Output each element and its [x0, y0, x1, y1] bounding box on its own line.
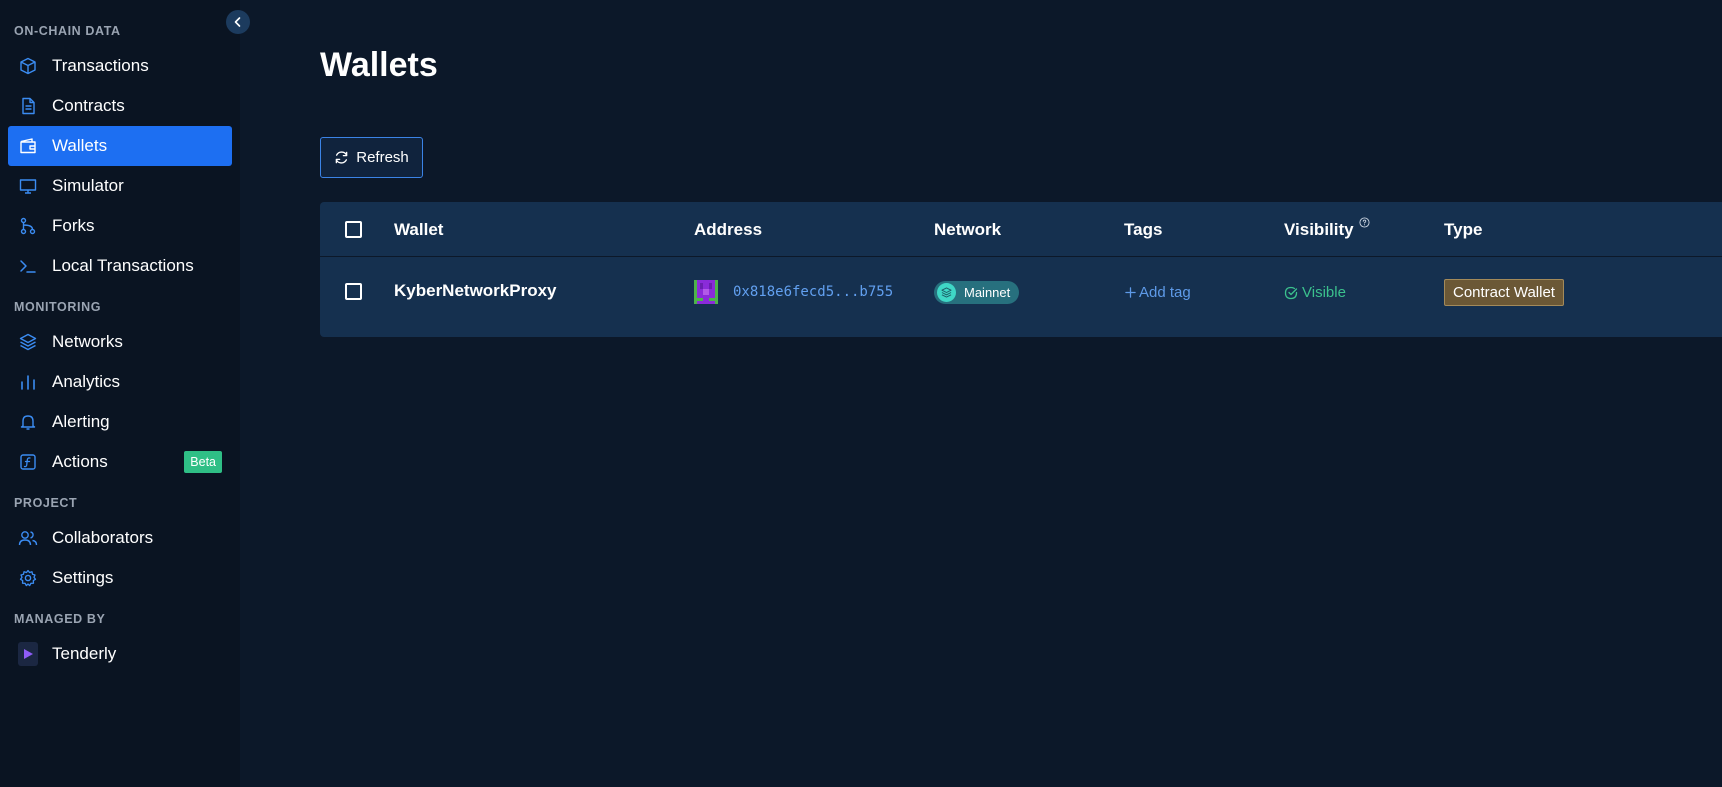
users-icon — [18, 528, 38, 548]
wallet-icon — [18, 136, 38, 156]
sidebar-item-label: Local Transactions — [52, 256, 194, 275]
sidebar-item-simulator[interactable]: Simulator — [8, 166, 232, 206]
sidebar-item-label: Wallets — [52, 136, 108, 155]
tenderly-logo-wrapper — [18, 642, 38, 666]
visibility-label: Visible — [1302, 284, 1346, 301]
row-checkbox[interactable] — [345, 283, 362, 300]
beta-badge: Beta — [184, 451, 222, 473]
section-label-monitoring: MONITORING — [14, 300, 102, 314]
tenderly-logo-icon — [18, 642, 38, 666]
sidebar-item-wallets[interactable]: Wallets — [8, 126, 232, 166]
sidebar-item-label: Contracts — [52, 96, 125, 115]
sidebar-item-label: Transactions — [52, 56, 149, 75]
refresh-button-label: Refresh — [356, 149, 409, 166]
sidebar-item-forks[interactable]: Forks — [8, 206, 232, 246]
sidebar-item-collaborators[interactable]: Collaborators — [8, 518, 232, 558]
select-all-checkbox[interactable] — [345, 221, 362, 238]
sidebar-item-local-transactions[interactable]: Local Transactions — [8, 246, 232, 286]
collapse-sidebar-button[interactable] — [226, 10, 250, 34]
section-label-managed-by: MANAGED BY — [14, 612, 106, 626]
wallet-type-badge: Contract Wallet — [1444, 279, 1564, 306]
column-header-wallet[interactable]: Wallet — [394, 220, 443, 240]
column-header-network[interactable]: Network — [934, 220, 1001, 240]
visibility-status[interactable]: Visible — [1284, 284, 1346, 301]
bell-icon — [18, 412, 38, 432]
document-icon — [18, 96, 38, 116]
column-header-visibility-label[interactable]: Visibility — [1284, 220, 1354, 239]
sidebar-item-label: Analytics — [52, 372, 121, 391]
cube-icon — [18, 56, 38, 76]
plus-icon — [1125, 287, 1136, 298]
sidebar: ON-CHAIN DATA Transactions Contracts Wal… — [0, 0, 250, 787]
wallet-name[interactable]: KyberNetworkProxy — [394, 281, 557, 301]
table-row[interactable]: KyberNetworkProxy 0x818e6fecd5...b755 Ma… — [331, 258, 1722, 326]
sidebar-item-alerting[interactable]: Alerting — [8, 402, 232, 442]
fork-icon — [18, 216, 38, 236]
address-cell: 0x818e6fecd5...b755 — [694, 280, 893, 304]
refresh-button[interactable]: Refresh — [320, 137, 423, 178]
column-header-address[interactable]: Address — [694, 220, 762, 240]
page-title: Wallets — [320, 46, 438, 84]
sidebar-item-tenderly[interactable]: Tenderly — [8, 634, 232, 674]
bar-chart-icon — [18, 372, 38, 392]
network-badge: Mainnet — [934, 281, 1020, 304]
sidebar-item-label: Tenderly — [52, 644, 117, 663]
sidebar-item-label: Settings — [52, 568, 114, 587]
gear-icon — [18, 568, 38, 588]
sidebar-item-transactions[interactable]: Transactions — [8, 46, 232, 86]
sidebar-item-actions[interactable]: Actions Beta — [8, 442, 232, 482]
wallets-table: Wallet Address Network Tags Visibility T… — [320, 202, 1722, 337]
network-layers-icon — [937, 283, 956, 302]
column-header-type[interactable]: Type — [1444, 220, 1482, 240]
check-circle-icon — [1284, 286, 1298, 299]
add-tag-label: Add tag — [1139, 284, 1191, 301]
help-icon[interactable] — [1359, 217, 1370, 228]
chevron-left-icon — [234, 17, 241, 27]
sidebar-item-label: Forks — [52, 216, 95, 235]
table-header: Wallet Address Network Tags Visibility T… — [320, 202, 1722, 257]
sidebar-item-analytics[interactable]: Analytics — [8, 362, 232, 402]
sidebar-item-label: Networks — [52, 332, 123, 351]
wallet-address[interactable]: 0x818e6fecd5...b755 — [733, 284, 893, 300]
section-label-onchain: ON-CHAIN DATA — [14, 24, 121, 38]
identicon-avatar — [694, 280, 718, 304]
network-name: Mainnet — [964, 285, 1011, 300]
sidebar-item-label: Collaborators — [52, 528, 154, 547]
add-tag-button[interactable]: Add tag — [1125, 284, 1191, 301]
sidebar-item-contracts[interactable]: Contracts — [8, 86, 232, 126]
monitor-icon — [18, 176, 38, 196]
function-icon — [18, 452, 38, 472]
sidebar-item-label: Alerting — [52, 412, 110, 431]
column-header-visibility: Visibility — [1284, 217, 1370, 240]
sidebar-item-settings[interactable]: Settings — [8, 558, 232, 598]
column-header-tags[interactable]: Tags — [1124, 220, 1162, 240]
terminal-icon — [18, 256, 38, 276]
layers-icon — [18, 332, 38, 352]
sidebar-item-networks[interactable]: Networks — [8, 322, 232, 362]
section-label-project: PROJECT — [14, 496, 78, 510]
refresh-icon — [335, 151, 348, 164]
sidebar-item-label: Simulator — [52, 176, 124, 195]
sidebar-item-label: Actions — [52, 452, 108, 471]
